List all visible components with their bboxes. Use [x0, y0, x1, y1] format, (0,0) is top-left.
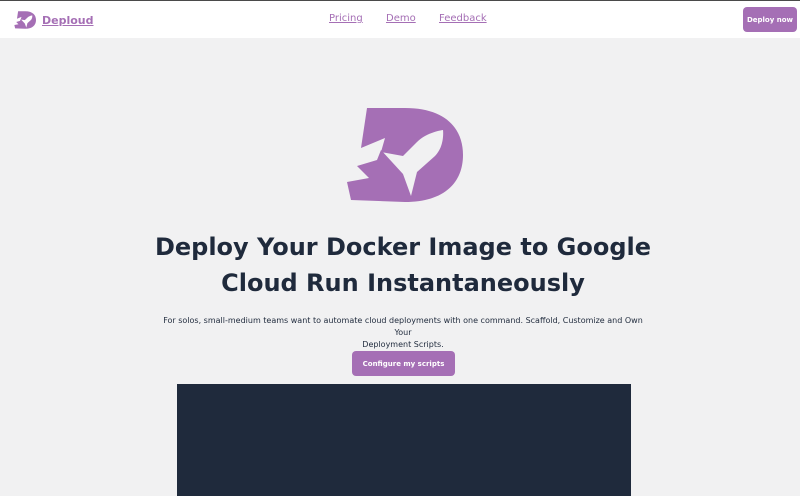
- hero-subtitle-line1: For solos, small-medium teams want to au…: [163, 316, 643, 337]
- hero-subtitle: For solos, small-medium teams want to au…: [160, 315, 646, 351]
- navbar: Deploud Pricing Demo Feedback Deploy now: [0, 1, 800, 38]
- nav-link-feedback[interactable]: Feedback: [439, 13, 487, 24]
- deploy-now-button[interactable]: Deploy now: [743, 7, 797, 32]
- nav-link-pricing[interactable]: Pricing: [329, 13, 363, 24]
- configure-scripts-button[interactable]: Configure my scripts: [352, 351, 455, 376]
- hero-subtitle-line2: Deployment Scripts.: [362, 340, 444, 349]
- demo-panel: [177, 384, 631, 496]
- hero-title-line1: Deploy Your Docker Image to Google: [154, 233, 652, 261]
- nav-link-demo[interactable]: Demo: [386, 13, 416, 24]
- nav-links: Pricing Demo Feedback: [0, 13, 800, 27]
- hero-title: Deploy Your Docker Image to Google Cloud…: [150, 229, 656, 301]
- hero-title-line2: Cloud Run Instantaneously: [221, 269, 585, 297]
- rocket-d-logo-icon: [347, 108, 463, 202]
